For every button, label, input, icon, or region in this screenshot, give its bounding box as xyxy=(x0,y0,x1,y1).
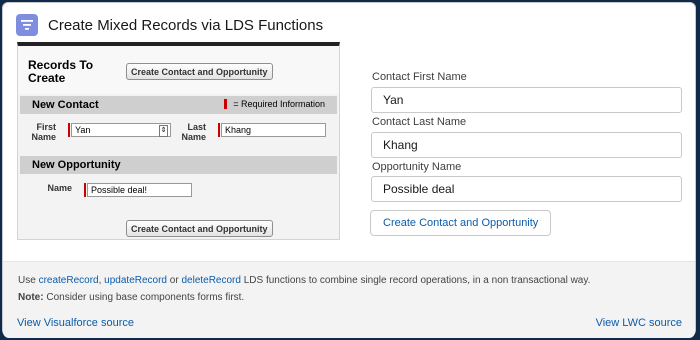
footer-description: Use createRecord, updateRecord or delete… xyxy=(18,275,590,286)
contact-first-name-input[interactable]: Yan xyxy=(371,87,682,113)
footer-text: , xyxy=(98,275,102,286)
view-visualforce-source-link[interactable]: View Visualforce source xyxy=(17,317,134,329)
vf-required-marker xyxy=(84,183,86,197)
vf-create-button-bottom[interactable]: Create Contact and Opportunity xyxy=(126,220,273,237)
vf-last-name-label: Last Name xyxy=(181,122,206,142)
required-legend: = Required Information xyxy=(224,99,325,109)
vf-section-new-opportunity: New Opportunity xyxy=(20,156,337,174)
create-record-link[interactable]: createRecord xyxy=(39,275,99,286)
vf-title: Records To Create xyxy=(28,58,94,85)
required-legend-text: = Required Information xyxy=(233,99,325,109)
vf-section-new-contact: New Contact = Required Information xyxy=(20,96,337,114)
vf-first-name-label: First Name xyxy=(31,122,56,142)
view-lwc-source-link[interactable]: View LWC source xyxy=(596,317,682,329)
update-record-link[interactable]: updateRecord xyxy=(104,275,167,286)
required-marker xyxy=(224,99,228,109)
vf-last-name-input[interactable]: Khang xyxy=(221,123,326,137)
delete-record-link[interactable]: deleteRecord xyxy=(181,275,240,286)
contact-last-name-label: Contact Last Name xyxy=(372,116,467,128)
card-header: Create Mixed Records via LDS Functions xyxy=(16,13,323,37)
contact-first-name-label: Contact First Name xyxy=(372,71,467,83)
recipe-card: Create Mixed Records via LDS Functions R… xyxy=(2,2,696,338)
vf-opportunity-name-input[interactable]: Possible deal! xyxy=(87,183,192,197)
vf-section-title: New Contact xyxy=(32,99,99,111)
autofill-icon[interactable]: ⇕ xyxy=(159,125,168,137)
filter-list-icon xyxy=(16,14,38,36)
footer-note: Note: Consider using base components for… xyxy=(18,292,244,303)
footer-text: or xyxy=(169,275,179,286)
opportunity-name-input[interactable]: Possible deal xyxy=(371,176,682,202)
vf-opportunity-name-label: Name xyxy=(47,183,72,193)
vf-create-button-top[interactable]: Create Contact and Opportunity xyxy=(126,63,273,80)
vf-section-title: New Opportunity xyxy=(32,159,121,171)
note-label: Note: xyxy=(18,292,44,303)
footer-text: Use xyxy=(18,275,36,286)
vf-required-marker xyxy=(218,123,220,137)
vf-required-marker xyxy=(68,123,70,137)
footer-text: LDS functions to combine single record o… xyxy=(243,275,591,286)
contact-last-name-input[interactable]: Khang xyxy=(371,132,682,158)
opportunity-name-label: Opportunity Name xyxy=(372,161,462,173)
card-footer: Use createRecord, updateRecord or delete… xyxy=(3,261,695,338)
vf-first-name-value: Yan xyxy=(75,125,91,135)
lwc-create-button[interactable]: Create Contact and Opportunity xyxy=(370,210,552,236)
vf-first-name-input[interactable]: Yan ⇕ xyxy=(71,123,171,137)
note-text: Consider using base components forms fir… xyxy=(46,292,245,303)
card-title: Create Mixed Records via LDS Functions xyxy=(48,16,324,34)
visualforce-panel: Records To Create Create Contact and Opp… xyxy=(17,42,340,240)
